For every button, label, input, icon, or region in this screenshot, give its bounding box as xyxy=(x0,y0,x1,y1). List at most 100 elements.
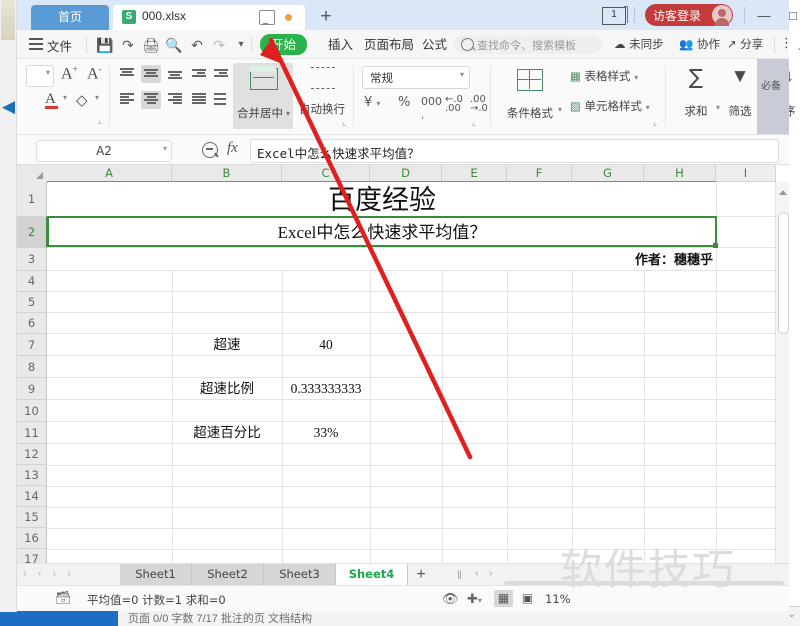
tab-home[interactable]: 首页 xyxy=(31,5,109,30)
decrease-indent-icon[interactable] xyxy=(189,65,209,83)
merge-dropdown-icon[interactable]: ▾ xyxy=(286,109,290,118)
conditional-format-button[interactable]: 条件格式 xyxy=(500,65,560,125)
align-top-icon[interactable] xyxy=(117,65,137,83)
clear-format-dropdown-icon[interactable]: ▾ xyxy=(95,93,99,102)
save-icon[interactable]: 💾 xyxy=(95,36,115,54)
currency-button[interactable]: ¥ ▾ xyxy=(364,95,380,110)
align-bottom-icon[interactable] xyxy=(165,65,185,83)
align-left-icon[interactable] xyxy=(117,91,137,109)
customize-quick-access-icon[interactable]: ▾ xyxy=(231,36,251,54)
row-header-16[interactable]: 16 xyxy=(17,528,47,549)
column-header-e[interactable]: E xyxy=(442,165,507,182)
minimize-button[interactable]: — xyxy=(753,6,775,26)
autosum-button[interactable]: ∑ 求和 ▾ xyxy=(673,63,721,123)
font-size-box[interactable] xyxy=(26,65,54,87)
sheet-nav-arrows[interactable]: ‹ ‹ › › xyxy=(23,568,75,580)
cell-b7[interactable]: 超速 xyxy=(173,335,281,354)
redo-icon[interactable]: ↷ xyxy=(209,36,229,54)
column-header-d[interactable]: D xyxy=(370,165,442,182)
move-icon[interactable]: ✚▾ xyxy=(467,591,482,607)
print-preview-icon[interactable]: 🔍 xyxy=(164,36,184,54)
cell-c9[interactable]: 0.333333333 xyxy=(283,379,369,398)
cell-style-dropdown-icon[interactable]: ▾ xyxy=(646,103,650,112)
row-header-9[interactable]: 9 xyxy=(17,378,47,400)
spreadsheet-grid[interactable]: A B C D E F G H I 1 2 3 4 5 6 7 8 9 10 1… xyxy=(17,165,789,563)
row-header-17[interactable]: 17 xyxy=(17,549,47,563)
ribbon-tab-start[interactable]: 开始 xyxy=(260,34,308,55)
cell-a1-title[interactable]: 百度经验 xyxy=(48,185,716,216)
wrap-text-icon[interactable] xyxy=(311,67,335,89)
document-count-badge[interactable]: 1 xyxy=(602,6,628,25)
orientation-icon[interactable] xyxy=(211,91,231,109)
insert-function-icon[interactable]: fx xyxy=(227,140,238,157)
align-right-icon[interactable] xyxy=(165,91,185,109)
sheet-tab-sheet3[interactable]: Sheet3 xyxy=(264,564,336,585)
sheet-tab-sheet2[interactable]: Sheet2 xyxy=(192,564,264,585)
row-header-10[interactable]: 10 xyxy=(17,400,47,422)
increase-decimal-button[interactable]: ←.0.00 xyxy=(445,95,463,114)
column-header-g[interactable]: G xyxy=(572,165,644,182)
increase-indent-icon[interactable] xyxy=(211,65,231,83)
scroll-up-icon[interactable] xyxy=(779,190,787,195)
cell-b9[interactable]: 超速比例 xyxy=(173,379,281,398)
font-group-expander[interactable]: ⌞ xyxy=(98,115,102,126)
sheet-nav-prev[interactable]: ‹ xyxy=(475,568,478,579)
ribbon-overflow-icon[interactable]: ⋮ xyxy=(780,36,793,51)
conditional-format-dropdown-icon[interactable]: ▾ xyxy=(558,105,562,114)
sheet-split-handle[interactable]: ‖ xyxy=(457,568,462,582)
zoom-out-icon[interactable] xyxy=(202,142,218,158)
row-header-13[interactable]: 13 xyxy=(17,465,47,486)
cell-author[interactable]: 作者：穗穗乎 xyxy=(517,250,713,269)
row-header-5[interactable]: 5 xyxy=(17,292,47,313)
save-as-icon[interactable]: ↷ xyxy=(118,36,138,54)
row-header-15[interactable]: 15 xyxy=(17,507,47,528)
add-sheet-button[interactable]: + xyxy=(410,565,432,585)
justify-icon[interactable] xyxy=(189,91,209,109)
ribbon-tab-insert[interactable]: 插入 xyxy=(328,35,353,55)
formula-input[interactable]: Excel中怎么快速求平均值？ xyxy=(250,139,779,163)
table-style-dropdown-icon[interactable]: ▾ xyxy=(634,73,638,82)
vertical-scrollbar-thumb[interactable] xyxy=(778,212,789,334)
tab-document[interactable]: S 000.xlsx xyxy=(113,5,305,30)
clear-format-icon[interactable]: ◇ xyxy=(76,91,88,109)
menu-file[interactable]: 文件 xyxy=(47,36,72,55)
row-header-7[interactable]: 7 xyxy=(17,334,47,356)
ribbon-tab-formula[interactable]: 公式 xyxy=(422,35,447,55)
align-group-expander[interactable]: ⌞ xyxy=(342,117,346,128)
undo-icon[interactable]: ↶ xyxy=(187,36,207,54)
percent-button[interactable]: % xyxy=(398,95,410,110)
sheet-tab-sheet1[interactable]: Sheet1 xyxy=(120,564,192,585)
row-header-4[interactable]: 4 xyxy=(17,271,47,292)
menu-icon[interactable] xyxy=(29,38,43,50)
sheet-tab-sheet4[interactable]: Sheet4 xyxy=(336,564,408,585)
sync-status[interactable]: ☁ 未同步 xyxy=(614,36,664,52)
zoom-level[interactable]: 11% xyxy=(545,592,571,606)
align-center-icon[interactable] xyxy=(141,91,161,109)
vertical-scrollbar[interactable] xyxy=(775,182,789,563)
shrink-font-icon[interactable]: A- xyxy=(87,64,102,83)
cell-style-button[interactable]: ▧ 单元格样式 ▾ xyxy=(570,98,650,114)
row-header-14[interactable]: 14 xyxy=(17,486,47,507)
select-all-button[interactable] xyxy=(17,165,48,183)
monitor-icon[interactable] xyxy=(259,10,275,25)
number-format-select[interactable]: 常规 xyxy=(362,66,470,89)
styles-group-expander[interactable]: ⌞ xyxy=(653,117,657,128)
align-middle-icon[interactable] xyxy=(141,65,161,83)
column-header-h[interactable]: H xyxy=(644,165,716,182)
search-input[interactable]: 查找命令、搜索模板 xyxy=(454,35,602,54)
table-style-button[interactable]: ▦ 表格样式 ▾ xyxy=(570,68,638,84)
eye-icon[interactable]: 👁 xyxy=(442,591,459,607)
row-header-8[interactable]: 8 xyxy=(17,356,47,378)
cell-c7[interactable]: 40 xyxy=(283,335,369,354)
ribbon-right-panel[interactable]: 必备 xyxy=(757,59,789,134)
row-header-1[interactable]: 1 xyxy=(17,182,47,217)
column-header-f[interactable]: F xyxy=(507,165,572,182)
row-header-3[interactable]: 3 xyxy=(17,248,47,271)
row-header-11[interactable]: 11 xyxy=(17,422,47,444)
column-header-c[interactable]: C xyxy=(282,165,370,182)
normal-view-icon[interactable]: ▦ xyxy=(494,590,513,607)
name-box[interactable]: A2 xyxy=(36,140,172,162)
font-color-dropdown-icon[interactable]: ▾ xyxy=(63,93,67,102)
row-header-6[interactable]: 6 xyxy=(17,313,47,334)
number-group-expander[interactable]: ⌞ xyxy=(472,117,476,128)
